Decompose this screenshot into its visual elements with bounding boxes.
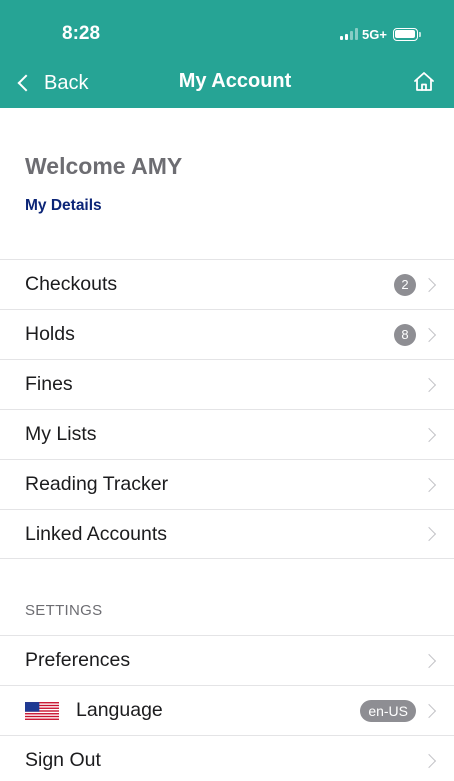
home-button[interactable] bbox=[412, 70, 436, 94]
chevron-right-icon bbox=[421, 377, 437, 392]
menu-item-sign-out[interactable]: Sign Out bbox=[0, 735, 454, 781]
welcome-heading: Welcome AMY bbox=[25, 153, 183, 179]
menu-item-holds[interactable]: Holds 8 bbox=[0, 309, 454, 359]
settings-menu: Preferences Language en-US Sign Out bbox=[0, 635, 454, 781]
chevron-right-icon bbox=[421, 653, 437, 668]
menu-item-label: Language bbox=[76, 699, 163, 721]
menu-item-label: Linked Accounts bbox=[25, 522, 168, 545]
page-title: My Account bbox=[178, 70, 292, 92]
battery-icon bbox=[392, 27, 421, 41]
chevron-right-icon bbox=[421, 703, 437, 718]
menu-item-language[interactable]: Language en-US bbox=[0, 685, 454, 735]
menu-item-label: Holds bbox=[25, 323, 75, 345]
home-icon bbox=[414, 72, 434, 91]
account-menu: Checkouts 2 Holds 8 Fines My Lists Readi… bbox=[0, 259, 454, 559]
chevron-right-icon bbox=[421, 427, 437, 442]
navigation-header: 8:28 5G+ Back My Account bbox=[0, 0, 454, 108]
my-details-link[interactable]: My Details bbox=[25, 197, 102, 215]
chevron-right-icon bbox=[421, 277, 437, 292]
menu-item-label: Checkouts bbox=[25, 273, 118, 295]
chevron-right-icon bbox=[421, 753, 437, 768]
status-time: 8:28 bbox=[62, 23, 101, 44]
menu-item-fines[interactable]: Fines bbox=[0, 359, 454, 409]
count-badge: 8 bbox=[394, 323, 416, 346]
menu-item-label: Reading Tracker bbox=[25, 473, 169, 495]
status-indicators: 5G+ bbox=[340, 26, 421, 42]
menu-item-label: My Lists bbox=[25, 423, 97, 445]
chevron-right-icon bbox=[421, 327, 437, 342]
signal-icon bbox=[340, 28, 358, 40]
language-value-badge: en-US bbox=[360, 699, 416, 722]
settings-section-header: SETTINGS bbox=[25, 602, 103, 619]
menu-item-reading-tracker[interactable]: Reading Tracker bbox=[0, 459, 454, 509]
menu-item-label: Sign Out bbox=[25, 749, 101, 771]
network-type: 5G+ bbox=[362, 26, 387, 42]
menu-item-linked-accounts[interactable]: Linked Accounts bbox=[0, 509, 454, 559]
menu-item-preferences[interactable]: Preferences bbox=[0, 635, 454, 685]
count-badge: 2 bbox=[394, 273, 416, 296]
menu-item-label: Preferences bbox=[25, 649, 131, 671]
chevron-right-icon bbox=[421, 477, 437, 492]
chevron-right-icon bbox=[421, 526, 437, 542]
menu-item-checkouts[interactable]: Checkouts 2 bbox=[0, 259, 454, 309]
us-flag-icon bbox=[25, 701, 59, 720]
menu-item-label: Fines bbox=[25, 373, 73, 395]
menu-item-my-lists[interactable]: My Lists bbox=[0, 409, 454, 459]
